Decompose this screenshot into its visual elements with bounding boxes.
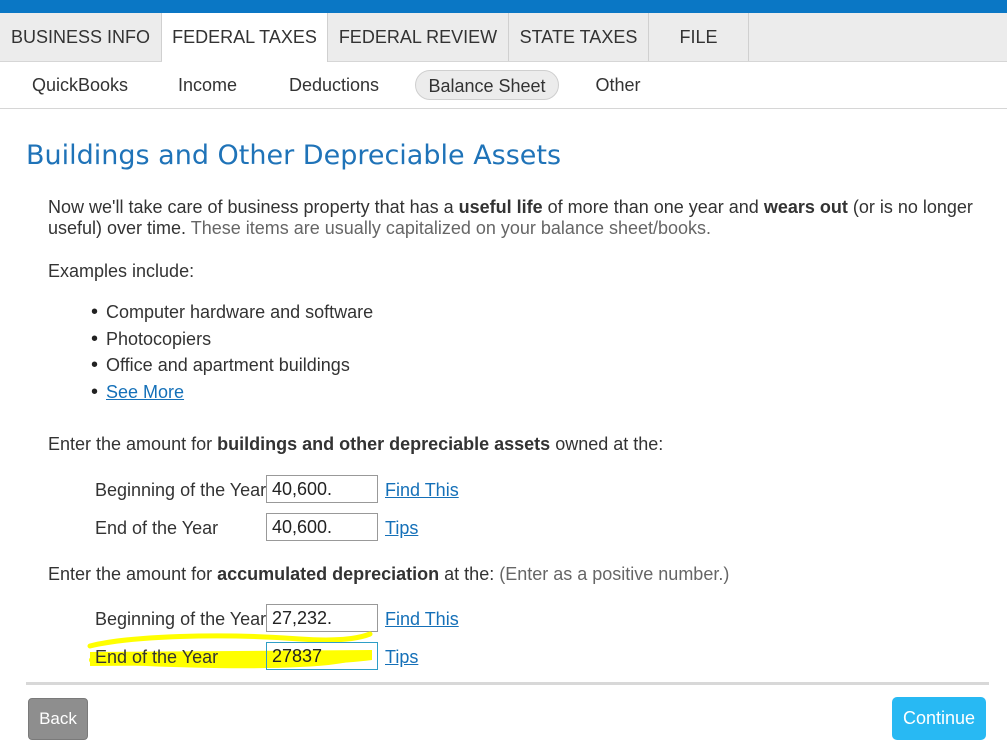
list-item: Computer hardware and software	[91, 300, 373, 327]
examples-label: Examples include:	[48, 261, 195, 281]
divider	[26, 682, 989, 685]
find-this-link[interactable]: Find This	[385, 480, 459, 501]
intro-paragraph: Now we'll take care of business property…	[48, 197, 973, 238]
sub-navigation: QuickBooks Income Deductions Balance She…	[0, 62, 1007, 109]
depreciation-end-label: End of the Year	[95, 647, 219, 667]
find-this-link[interactable]: Find This	[385, 609, 459, 630]
assets-beginning-label: Beginning of the Year	[95, 480, 267, 500]
see-more-link[interactable]: See More	[106, 382, 184, 402]
list-item: Office and apartment buildings	[91, 353, 373, 380]
tips-link[interactable]: Tips	[385, 647, 418, 668]
tab-business-info[interactable]: BUSINESS INFO	[0, 13, 162, 61]
tab-file[interactable]: FILE	[649, 13, 749, 61]
examples-list: Computer hardware and software Photocopi…	[91, 300, 373, 407]
subnav-balance-sheet[interactable]: Balance Sheet	[415, 70, 559, 100]
page-title: Buildings and Other Depreciable Assets	[26, 140, 562, 171]
tab-federal-review[interactable]: FEDERAL REVIEW	[328, 13, 509, 61]
depreciation-end-field[interactable]: 27837	[266, 642, 378, 670]
depreciation-beginning-label: Beginning of the Year	[95, 609, 267, 629]
subnav-income[interactable]: Income	[165, 70, 250, 100]
depreciation-prompt: Enter the amount for accumulated depreci…	[48, 564, 730, 584]
main-tabs: BUSINESS INFO FEDERAL TAXES FEDERAL REVI…	[0, 13, 1007, 62]
subnav-other[interactable]: Other	[584, 70, 652, 100]
subnav-deductions[interactable]: Deductions	[278, 70, 390, 100]
back-button[interactable]: Back	[28, 698, 88, 740]
depreciation-beginning-field[interactable]: 27,232.	[266, 604, 378, 632]
assets-prompt: Enter the amount for buildings and other…	[48, 434, 664, 454]
continue-button[interactable]: Continue	[892, 697, 986, 740]
top-brand-bar	[0, 0, 1007, 13]
tab-federal-taxes[interactable]: FEDERAL TAXES	[162, 13, 328, 62]
tips-link[interactable]: Tips	[385, 518, 418, 539]
list-item: Photocopiers	[91, 327, 373, 354]
assets-beginning-field[interactable]: 40,600.	[266, 475, 378, 503]
tab-state-taxes[interactable]: STATE TAXES	[509, 13, 649, 61]
list-item: See More	[91, 380, 373, 407]
assets-end-field[interactable]: 40,600.	[266, 513, 378, 541]
subnav-quickbooks[interactable]: QuickBooks	[20, 70, 140, 100]
assets-end-label: End of the Year	[95, 518, 219, 538]
